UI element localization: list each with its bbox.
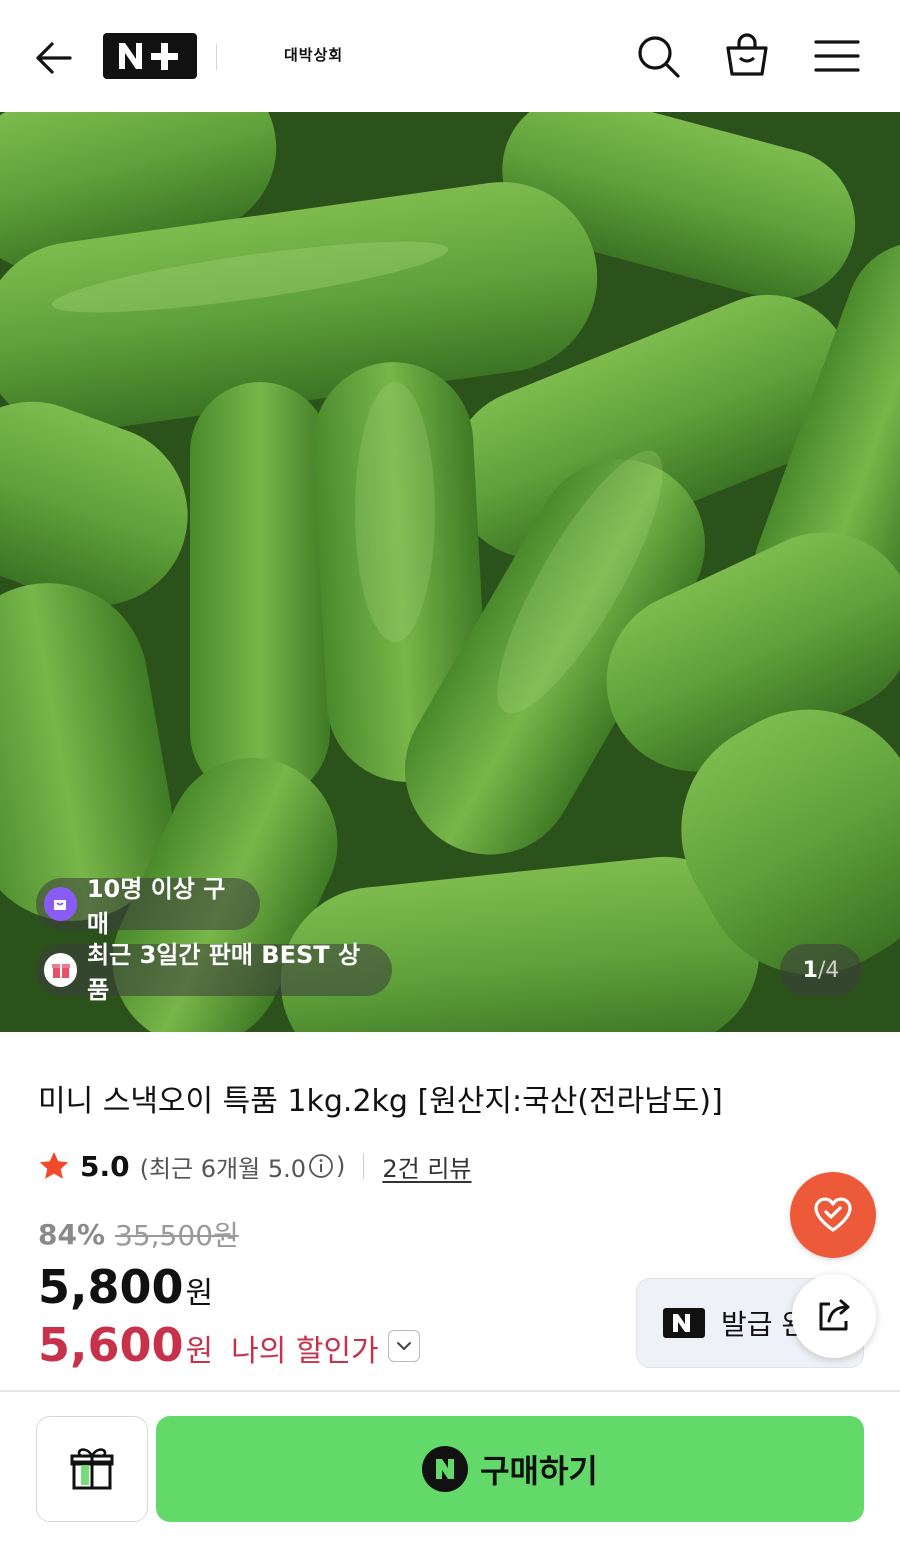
badge-best-seller: 최근 3일간 판매 BEST 상품 <box>36 941 392 1004</box>
review-link[interactable]: 2건 리뷰 <box>382 1149 471 1184</box>
rating-recent: (최근 6개월 5.0 <box>139 1154 306 1183</box>
product-title: 미니 스낵오이 특품 1kg.2kg [원산지:국산(전라남도)] <box>38 1084 723 1119</box>
naver-n-icon <box>663 1308 705 1338</box>
my-price-toggle[interactable] <box>388 1330 420 1362</box>
store-name[interactable]: 대박상회 <box>284 44 343 65</box>
badge-best-text: 최근 3일간 판매 BEST 상품 <box>87 941 361 1004</box>
info-icon[interactable] <box>308 1153 334 1179</box>
header-divider <box>216 44 217 70</box>
sale-price: 5,800 원 <box>38 1260 213 1314</box>
heart-check-icon <box>814 1197 852 1232</box>
discount-rate: 84% <box>38 1217 106 1251</box>
naver-plus-logo[interactable] <box>103 33 197 79</box>
gift-button[interactable] <box>36 1416 148 1522</box>
search-icon[interactable] <box>634 32 682 80</box>
sale-price-currency: 원 <box>185 1276 214 1311</box>
share-button[interactable] <box>792 1274 876 1358</box>
naver-pay-icon <box>422 1446 469 1492</box>
my-discount-price: 5,600 원 나의 할인가 <box>38 1318 379 1372</box>
gift-icon <box>70 1448 114 1490</box>
chevron-down-icon <box>397 1342 411 1350</box>
rating-divider <box>363 1153 365 1179</box>
share-icon <box>819 1299 850 1331</box>
menu-icon[interactable] <box>812 36 862 76</box>
my-price-currency: 원 <box>185 1334 214 1369</box>
buy-button-label: 구매하기 <box>480 1452 598 1490</box>
counter-separator: / <box>817 957 826 983</box>
badge-buyers: 10명 이상 구매 <box>36 875 260 938</box>
badge-buyers-text: 10명 이상 구매 <box>86 875 226 938</box>
logo-mark <box>119 43 178 70</box>
star-icon <box>39 1152 69 1179</box>
counter-current: 1 <box>802 957 818 983</box>
image-counter: 1 / 4 <box>780 944 862 996</box>
gift-box-icon <box>44 953 78 987</box>
rating-recent-close: ) <box>336 1152 346 1180</box>
top-bar: 대박상회 <box>0 0 900 112</box>
wish-button[interactable] <box>790 1172 876 1258</box>
shopping-bag-icon <box>44 887 77 921</box>
bottom-bar-divider <box>0 1390 900 1392</box>
sale-price-value: 5,800 <box>38 1260 184 1314</box>
my-price-value: 5,600 <box>38 1318 184 1372</box>
product-image-gallery[interactable]: 10명 이상 구매 최근 3일간 판매 BEST 상품 1 / 4 <box>0 112 900 1032</box>
rating-row: 5.0 (최근 6개월 5.0 ) 2건 리뷰 <box>38 1148 472 1184</box>
cart-icon[interactable] <box>722 30 772 80</box>
buy-button[interactable]: 구매하기 <box>156 1416 864 1522</box>
rating-value: 5.0 <box>80 1149 130 1183</box>
original-price: 35,500원 <box>115 1219 239 1252</box>
discount-row: 84% 35,500원 <box>38 1214 239 1254</box>
arrow-left-icon[interactable] <box>30 34 78 82</box>
my-price-label: 나의 할인가 <box>231 1334 379 1369</box>
counter-total: 4 <box>825 957 840 983</box>
